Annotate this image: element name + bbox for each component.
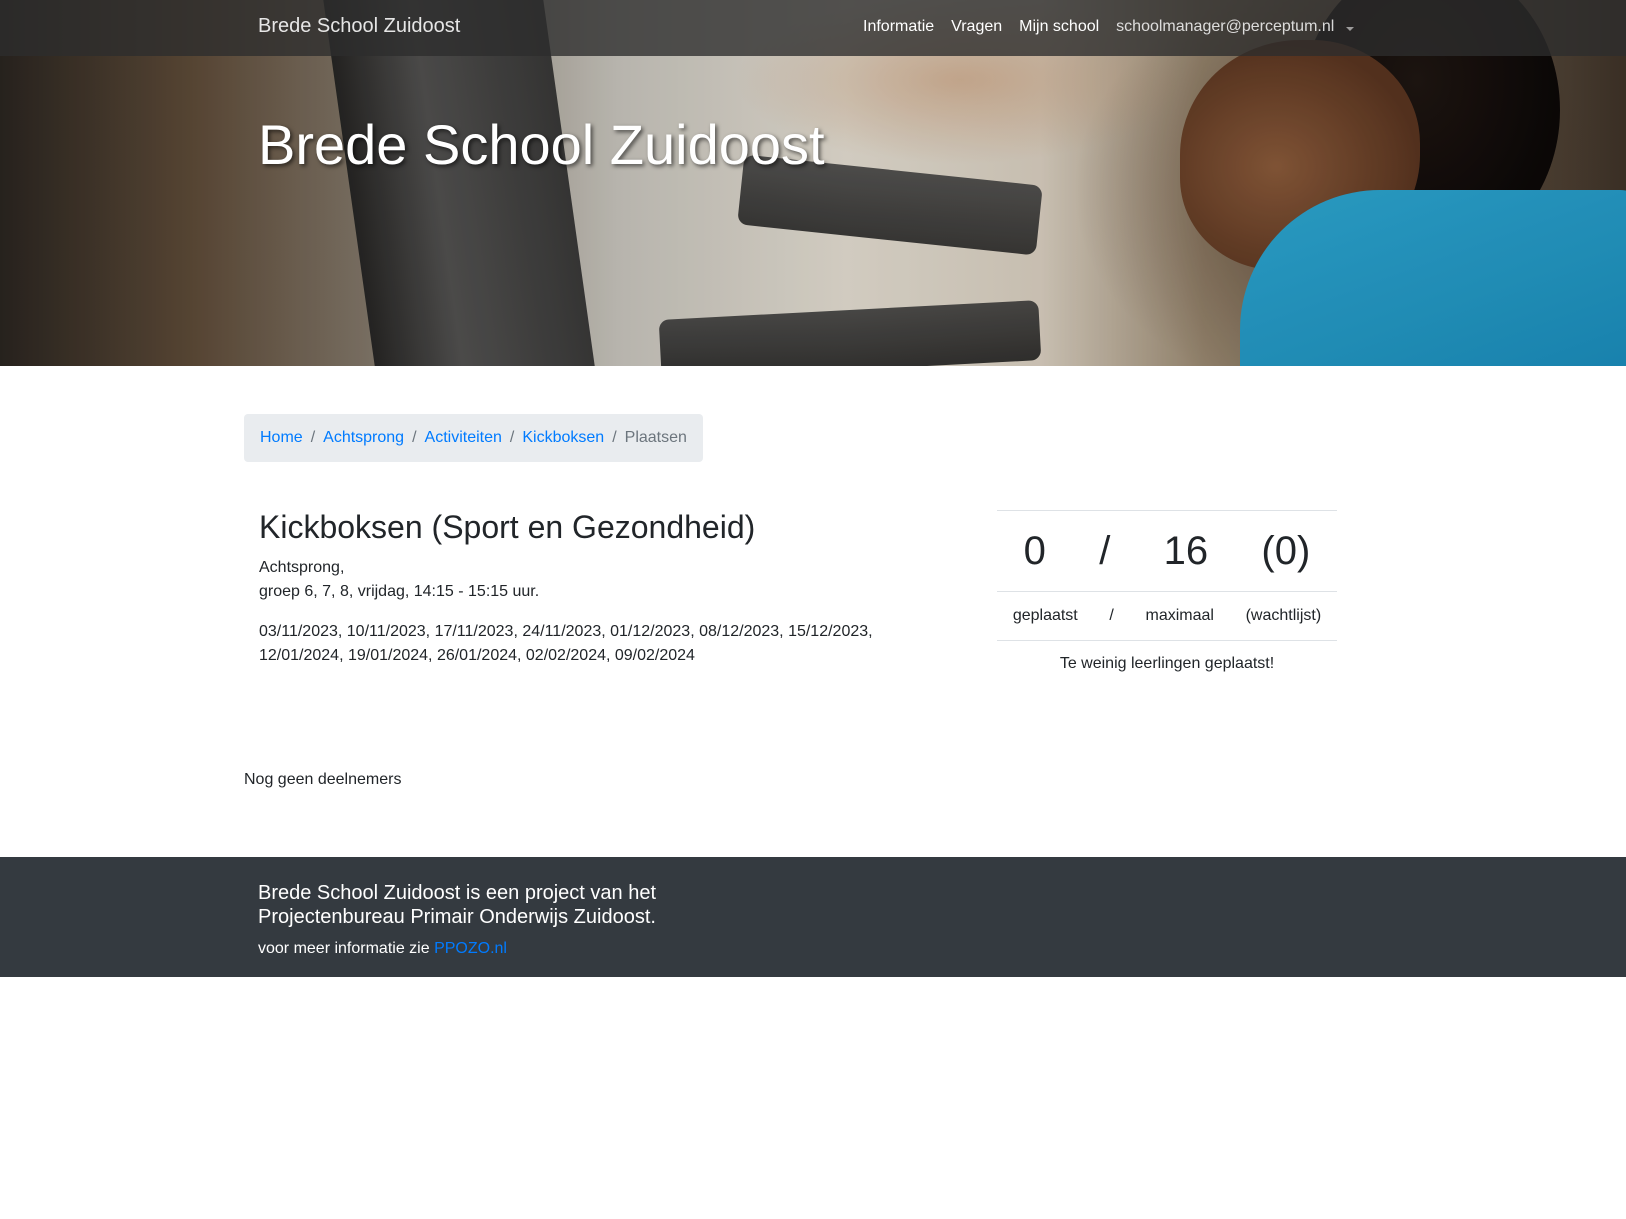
user-menu-toggle[interactable]: schoolmanager@perceptum.nl [1116,18,1334,36]
footer: Brede School Zuidoost is een project van… [0,857,1626,977]
breadcrumb-kickboksen[interactable]: Kickboksen [522,429,604,447]
stat-placed-label: geplaatst [1012,607,1078,624]
nav-link-informatie[interactable]: Informatie [863,18,934,36]
stat-placed-count: 0 [1023,528,1046,573]
footer-ppozo-link[interactable]: PPOZO.nl [434,940,507,957]
page-title: Brede School Zuidoost [258,113,825,176]
activity-location: Achtsprong, [259,559,345,577]
stats-warning-message: Te weinig leerlingen geplaatst! [1059,655,1275,672]
breadcrumb-separator: / [310,429,316,446]
breadcrumb-separator: / [509,429,515,446]
breadcrumb: Home / Achtsprong / Activiteiten / Kickb… [244,414,703,462]
hero-banner: Brede School Zuidoost Informatie Vragen … [0,0,1626,366]
breadcrumb-home[interactable]: Home [260,429,303,447]
stat-slash-label: / [1109,607,1114,624]
activity-dates: 03/11/2023, 10/11/2023, 17/11/2023, 24/1… [259,623,873,665]
stat-slash: / [1099,528,1111,573]
stat-waitlist-label: (wachtlijst) [1245,607,1322,624]
breadcrumb-current: Plaatsen [624,429,687,446]
footer-more-info-text: voor meer informatie zie [258,940,435,957]
breadcrumb-separator: / [612,429,617,446]
nav-links: Informatie Vragen Mijn school schoolmana… [863,18,1355,36]
footer-more-info: voor meer informatie zie PPOZO.nl [258,940,507,958]
nav-link-mijn-school[interactable]: Mijn school [1019,18,1099,36]
stats-values-row: 0 / 16 (0) [997,510,1337,591]
placement-stats: 0 / 16 (0) geplaatst / maximaal (wachtli… [997,510,1337,673]
navbar: Brede School Zuidoost Informatie Vragen … [0,0,1626,56]
activity-title: Kickboksen (Sport en Gezondheid) [259,509,756,545]
stat-maximum-count: 16 [1163,528,1209,573]
breadcrumb-activiteiten[interactable]: Activiteiten [425,429,502,447]
participants-empty-text: Nog geen deelnemers [244,771,402,788]
activity-details: Kickboksen (Sport en Gezondheid) Achtspr… [259,508,959,668]
stat-waitlist-count: (0) [1261,528,1311,573]
stat-maximum-label: maximaal [1145,607,1214,624]
stats-labels-row: geplaatst / maximaal (wachtlijst) [997,591,1337,640]
navbar-brand[interactable]: Brede School Zuidoost [258,15,460,38]
footer-tagline: Brede School Zuidoost is een project van… [258,882,657,928]
nav-link-vragen[interactable]: Vragen [951,18,1002,36]
breadcrumb-achtsprong[interactable]: Achtsprong [323,429,404,447]
breadcrumb-separator: / [412,429,417,446]
caret-down-icon[interactable] [1346,27,1355,31]
activity-schedule: groep 6, 7, 8, vrijdag, 14:15 - 15:15 uu… [259,583,540,601]
